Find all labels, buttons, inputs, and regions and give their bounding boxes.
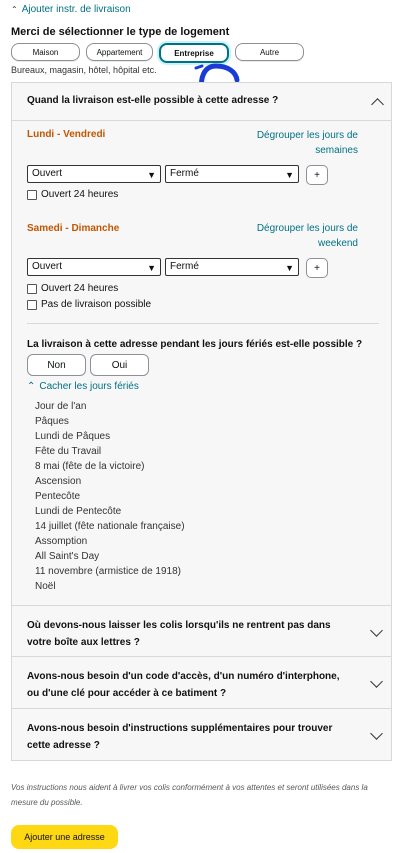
availability-question: Quand la livraison est-elle possible à c… bbox=[27, 95, 279, 106]
weekdays-open-select[interactable]: Ouvert ▼ bbox=[27, 165, 161, 183]
weekend-close-select[interactable]: Fermé ▼ bbox=[165, 258, 299, 276]
holiday-no-button[interactable]: Non bbox=[27, 354, 86, 376]
holiday-item: Lundi de Pentecôte bbox=[35, 506, 122, 517]
chevron-up-icon bbox=[371, 98, 384, 111]
weekend-open24-label: Ouvert 24 heures bbox=[41, 283, 119, 294]
access-code-question: Avons-nous besoin d'un code d'accès, d'u… bbox=[27, 671, 340, 699]
holiday-item: Jour de l'an bbox=[35, 401, 87, 412]
add-address-button[interactable]: Ajouter une adresse bbox=[11, 825, 118, 849]
no-delivery-label: Pas de livraison possible bbox=[41, 299, 152, 310]
chevron-down-icon: ▼ bbox=[285, 263, 294, 273]
weekend-open24-checkbox[interactable]: Ouvert 24 heures bbox=[27, 283, 118, 294]
hide-holidays-link[interactable]: ⌃ Cacher les jours fériés bbox=[27, 381, 139, 392]
chevron-down-icon bbox=[370, 675, 383, 688]
availability-header[interactable]: Quand la livraison est-elle possible à c… bbox=[12, 83, 391, 121]
weekdays-close-value: Fermé bbox=[170, 168, 199, 179]
holiday-item: 14 juillet (fête nationale française) bbox=[35, 521, 185, 532]
holiday-item: 11 novembre (armistice de 1918) bbox=[35, 566, 181, 577]
weekdays-open24-label: Ouvert 24 heures bbox=[41, 189, 119, 200]
chevron-up-icon: ⌃ bbox=[11, 5, 18, 14]
checkbox-icon bbox=[27, 189, 37, 200]
availability-panel: Quand la livraison est-elle possible à c… bbox=[11, 82, 392, 607]
chevron-down-icon bbox=[370, 727, 383, 740]
extra-instructions-question: Avons-nous besoin d'instructions supplém… bbox=[27, 723, 333, 751]
checkbox-icon bbox=[27, 283, 37, 294]
type-autre-button[interactable]: Autre bbox=[235, 43, 304, 61]
holiday-question: La livraison à cette adresse pendant les… bbox=[27, 339, 363, 350]
holiday-item: Lundi de Pâques bbox=[35, 431, 111, 442]
housing-type-title: Merci de sélectionner le type de logemen… bbox=[11, 26, 230, 38]
holiday-item: Noël bbox=[35, 581, 56, 592]
type-appartement-button[interactable]: Appartement bbox=[86, 43, 153, 61]
housing-type-description: Bureaux, magasin, hôtel, hôpital etc. bbox=[11, 65, 157, 75]
holiday-item: Pentecôte bbox=[35, 491, 81, 502]
add-instructions-link[interactable]: ⌃ Ajouter instr. de livraison bbox=[11, 4, 131, 15]
weekdays-open24-checkbox[interactable]: Ouvert 24 heures bbox=[27, 189, 118, 200]
parcel-location-question: Où devons-nous laisser les colis lorsqu'… bbox=[27, 620, 331, 648]
chevron-down-icon: ▼ bbox=[147, 170, 156, 180]
weekdays-open-value: Ouvert bbox=[32, 168, 63, 179]
holiday-item: All Saint's Day bbox=[35, 551, 100, 562]
housing-type-options: Maison Appartement Entreprise Autre bbox=[11, 43, 304, 63]
chevron-down-icon: ▼ bbox=[147, 263, 156, 273]
holiday-item: Ascension bbox=[35, 476, 82, 487]
holiday-list: Jour de l'an Pâques Lundi de Pâques Fête… bbox=[35, 399, 185, 594]
type-maison-button[interactable]: Maison bbox=[11, 43, 80, 61]
ungroup-weekend-link[interactable]: Dégrouper les jours de weekend bbox=[228, 221, 358, 251]
section-divider bbox=[27, 323, 379, 324]
holiday-item: 8 mai (fête de la victoire) bbox=[35, 461, 145, 472]
weekdays-label: Lundi - Vendredi bbox=[27, 129, 106, 140]
add-instructions-label: Ajouter instr. de livraison bbox=[21, 4, 131, 15]
weekend-open-value: Ouvert bbox=[32, 261, 63, 272]
no-delivery-checkbox[interactable]: Pas de livraison possible bbox=[27, 299, 151, 310]
holiday-item: Assomption bbox=[35, 536, 88, 547]
holiday-item: Pâques bbox=[35, 416, 69, 427]
add-weekend-slot-button[interactable]: + bbox=[306, 258, 328, 278]
hide-holidays-label: Cacher les jours fériés bbox=[39, 381, 139, 392]
holiday-item: Fête du Travail bbox=[35, 446, 102, 457]
access-code-section[interactable]: Avons-nous besoin d'un code d'accès, d'u… bbox=[11, 656, 392, 709]
extra-instructions-section[interactable]: Avons-nous besoin d'instructions supplém… bbox=[11, 708, 392, 761]
parcel-location-section[interactable]: Où devons-nous laisser les colis lorsqu'… bbox=[11, 605, 392, 658]
chevron-down-icon: ▼ bbox=[285, 170, 294, 180]
weekend-open-select[interactable]: Ouvert ▼ bbox=[27, 258, 161, 276]
add-weekday-slot-button[interactable]: + bbox=[306, 165, 328, 185]
weekend-label: Samedi - Dimanche bbox=[27, 223, 120, 234]
chevron-up-icon: ⌃ bbox=[27, 381, 36, 392]
holiday-yes-button[interactable]: Oui bbox=[90, 354, 149, 376]
instructions-footnote: Vos instructions nous aident à livrer vo… bbox=[11, 783, 368, 807]
chevron-down-icon bbox=[370, 624, 383, 637]
weekdays-close-select[interactable]: Fermé ▼ bbox=[165, 165, 299, 183]
ungroup-weekdays-link[interactable]: Dégrouper les jours de semaines bbox=[228, 128, 358, 158]
weekend-close-value: Fermé bbox=[170, 261, 199, 272]
checkbox-icon bbox=[27, 299, 37, 310]
